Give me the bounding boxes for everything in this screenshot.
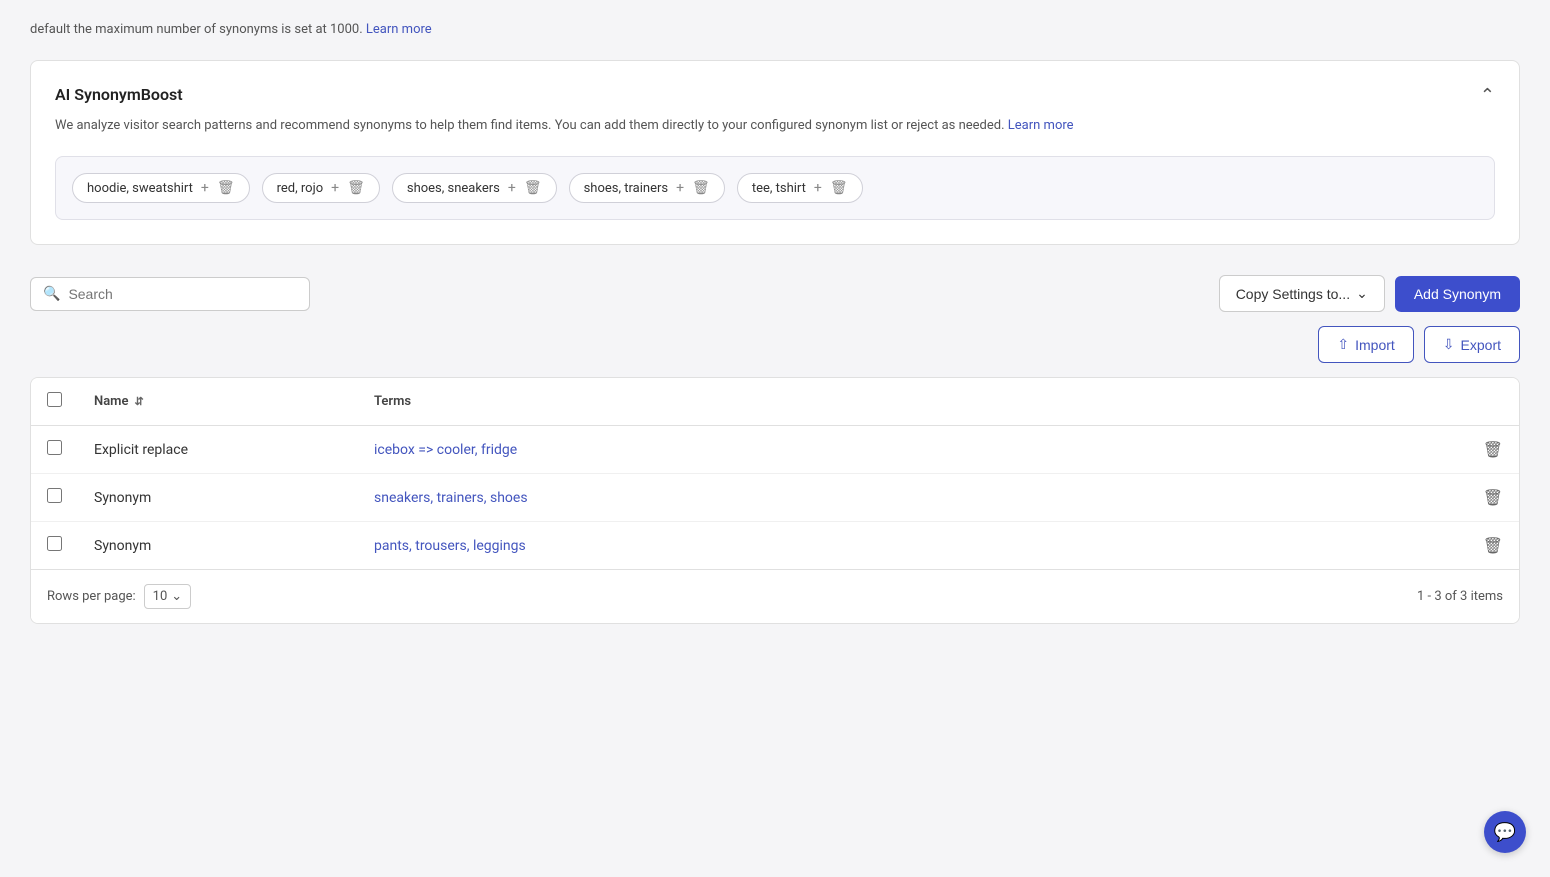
- row-checkbox[interactable]: [47, 440, 62, 455]
- card-description: We analyze visitor search patterns and r…: [55, 116, 1495, 137]
- rows-per-page-label: Rows per page:: [47, 589, 136, 604]
- name-column-header[interactable]: Name ⇵: [78, 378, 358, 426]
- toolbar: 🔍 Copy Settings to... ⌄ Add Synonym: [30, 275, 1520, 312]
- chip-label: tee, tshirt: [752, 181, 806, 196]
- chat-icon: 💬: [1494, 822, 1516, 843]
- rows-per-page: Rows per page: 10 ⌄: [47, 584, 191, 609]
- toolbar-left: 🔍: [30, 277, 310, 311]
- table-row: Synonym sneakers, trainers, shoes 🗑: [31, 474, 1519, 522]
- row-checkbox[interactable]: [47, 536, 62, 551]
- row-terms-link[interactable]: pants, trousers, leggings: [374, 538, 526, 554]
- select-all-checkbox[interactable]: [47, 392, 62, 407]
- card-title: AI SynonymBoost: [55, 85, 183, 104]
- import-label: Import: [1355, 337, 1395, 353]
- row-terms: pants, trousers, leggings: [358, 522, 1467, 570]
- chip-label: shoes, sneakers: [407, 181, 500, 196]
- top-notice: default the maximum number of synonyms i…: [30, 20, 1520, 40]
- chip-add-icon[interactable]: +: [331, 180, 339, 196]
- chip-delete-icon[interactable]: 🗑: [830, 180, 848, 196]
- row-terms-link[interactable]: sneakers, trainers, shoes: [374, 490, 528, 506]
- chat-bubble-button[interactable]: 💬: [1484, 811, 1526, 853]
- chip-label: shoes, trainers: [584, 181, 669, 196]
- row-terms: sneakers, trainers, shoes: [358, 474, 1467, 522]
- synonym-chip: shoes, trainers + 🗑: [569, 173, 725, 203]
- chip-add-icon[interactable]: +: [201, 180, 209, 196]
- learn-more-top-link[interactable]: Learn more: [366, 22, 432, 37]
- synonym-chip: hoodie, sweatshirt + 🗑: [72, 173, 250, 203]
- import-button[interactable]: ⇧ Import: [1318, 326, 1413, 363]
- row-delete-icon[interactable]: 🗑: [1483, 536, 1503, 555]
- upload-icon: ⇧: [1337, 336, 1349, 353]
- ai-synonym-boost-card: AI SynonymBoost ⌃ We analyze visitor sea…: [30, 60, 1520, 246]
- synonym-table: Name ⇵ Terms Explicit replace icebox => c…: [30, 377, 1520, 624]
- table-row: Explicit replace icebox => cooler, fridge…: [31, 426, 1519, 474]
- synonym-chip: shoes, sneakers + 🗑: [392, 173, 557, 203]
- row-delete-icon[interactable]: 🗑: [1483, 488, 1503, 507]
- row-terms-link[interactable]: icebox => cooler, fridge: [374, 442, 517, 458]
- row-type: Explicit replace: [78, 426, 358, 474]
- rows-per-page-select[interactable]: 10 ⌄: [144, 584, 192, 609]
- chip-delete-icon[interactable]: 🗑: [692, 180, 710, 196]
- download-icon: ⇩: [1443, 336, 1455, 353]
- chip-add-icon[interactable]: +: [508, 180, 516, 196]
- synonym-chip: tee, tshirt + 🗑: [737, 173, 863, 203]
- search-input[interactable]: [68, 286, 297, 302]
- sort-icon[interactable]: ⇵: [134, 395, 143, 408]
- chevron-down-icon: ⌄: [171, 589, 182, 604]
- import-export-toolbar: ⇧ Import ⇩ Export: [30, 326, 1520, 363]
- chip-label: red, rojo: [277, 181, 324, 196]
- row-type: Synonym: [78, 522, 358, 570]
- learn-more-card-link[interactable]: Learn more: [1008, 118, 1074, 133]
- chip-delete-icon[interactable]: 🗑: [347, 180, 365, 196]
- export-button[interactable]: ⇩ Export: [1424, 326, 1520, 363]
- copy-settings-button[interactable]: Copy Settings to... ⌄: [1219, 275, 1385, 312]
- collapse-icon[interactable]: ⌃: [1480, 85, 1495, 106]
- add-synonym-button[interactable]: Add Synonym: [1395, 276, 1520, 312]
- row-checkbox[interactable]: [47, 488, 62, 503]
- chip-add-icon[interactable]: +: [814, 180, 822, 196]
- table-header-row: Name ⇵ Terms: [31, 378, 1519, 426]
- terms-column-header: Terms: [358, 378, 1467, 426]
- add-synonym-label: Add Synonym: [1414, 286, 1501, 302]
- search-box[interactable]: 🔍: [30, 277, 310, 311]
- card-header: AI SynonymBoost ⌃: [55, 85, 1495, 106]
- export-label: Export: [1461, 337, 1501, 353]
- table-row: Synonym pants, trousers, leggings 🗑: [31, 522, 1519, 570]
- select-all-col: [31, 378, 78, 426]
- synonym-chips-container: hoodie, sweatshirt+🗑red, rojo+🗑shoes, sn…: [55, 156, 1495, 220]
- row-delete-icon[interactable]: 🗑: [1483, 440, 1503, 459]
- row-type: Synonym: [78, 474, 358, 522]
- synonym-chip: red, rojo + 🗑: [262, 173, 380, 203]
- row-terms: icebox => cooler, fridge: [358, 426, 1467, 474]
- rows-per-page-value: 10: [153, 589, 168, 604]
- chevron-down-icon: ⌄: [1356, 285, 1368, 302]
- pagination-text: 1 - 3 of 3 items: [1417, 589, 1503, 604]
- toolbar-right: Copy Settings to... ⌄ Add Synonym: [1219, 275, 1520, 312]
- chip-delete-icon[interactable]: 🗑: [524, 180, 542, 196]
- chip-add-icon[interactable]: +: [676, 180, 684, 196]
- action-column-header: [1467, 378, 1519, 426]
- table-footer: Rows per page: 10 ⌄ 1 - 3 of 3 items: [31, 569, 1519, 623]
- chip-label: hoodie, sweatshirt: [87, 181, 193, 196]
- copy-settings-label: Copy Settings to...: [1236, 286, 1350, 302]
- search-icon: 🔍: [43, 286, 60, 302]
- chip-delete-icon[interactable]: 🗑: [217, 180, 235, 196]
